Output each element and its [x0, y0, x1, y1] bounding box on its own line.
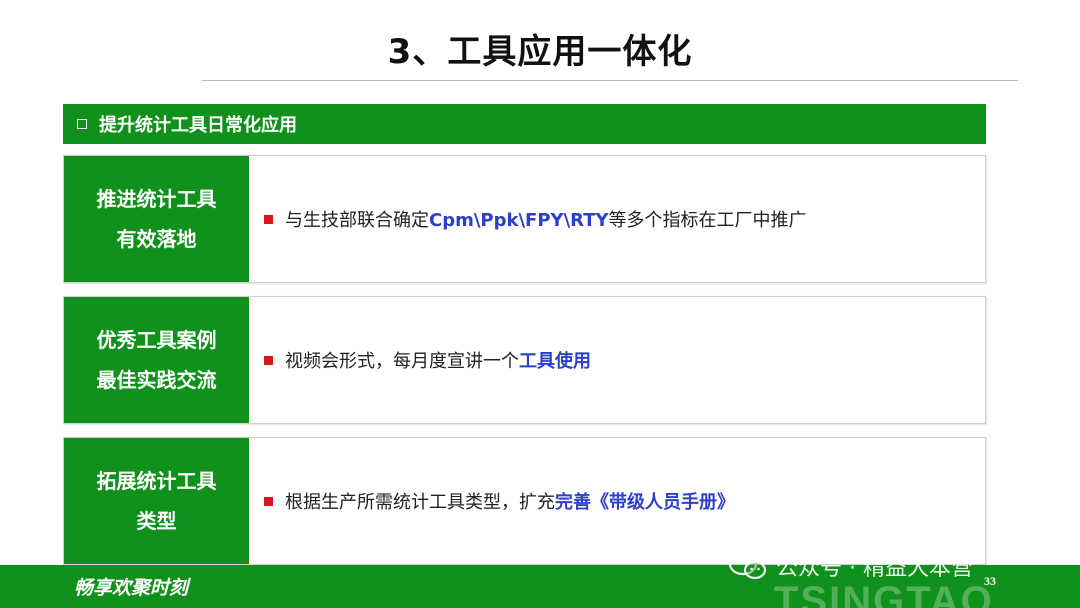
section-header-label: 提升统计工具日常化应用 [99, 115, 297, 136]
wechat-icon [728, 552, 767, 580]
content-prefix: 视频会形式，每月度宣讲一个 [285, 351, 519, 372]
row-content: 与生技部联合确定Cpm\Ppk\FPY\RTY等多个指标在工厂中推广 [264, 156, 975, 282]
watermark: 公众号 · 精益大本营 [728, 548, 973, 584]
bullet-square-icon [264, 496, 273, 506]
row-content: 根据生产所需统计工具类型，扩充完善《带级人员手册》 [264, 438, 975, 564]
content-highlight: 工具使用 [519, 351, 591, 372]
footer-slogan: 畅享欢聚时刻 [74, 577, 189, 599]
row-label: 优秀工具案例 最佳实践交流 [64, 297, 249, 423]
content-highlight: 完善《带级人员手册》 [555, 492, 735, 513]
content-row: 拓展统计工具 类型 根据生产所需统计工具类型，扩充完善《带级人员手册》 [63, 437, 986, 565]
row-label: 推进统计工具 有效落地 [64, 156, 249, 282]
content-highlight: Cpm\Ppk\FPY\RTY [429, 210, 609, 231]
row-label-line: 拓展统计工具 [96, 469, 217, 493]
content-text: 视频会形式，每月度宣讲一个工具使用 [285, 347, 591, 373]
title-divider [202, 80, 1018, 81]
checkbox-icon [77, 119, 87, 129]
content-text: 根据生产所需统计工具类型，扩充完善《带级人员手册》 [285, 488, 735, 514]
section-header: 提升统计工具日常化应用 [63, 104, 986, 144]
watermark-text: 公众号 · 精益大本营 [776, 556, 973, 581]
row-label-line: 有效落地 [116, 227, 197, 251]
content-suffix: 等多个指标在工厂中推广 [608, 210, 807, 231]
row-label: 拓展统计工具 类型 [64, 438, 249, 564]
row-label-line: 优秀工具案例 [96, 328, 217, 352]
content-prefix: 与生技部联合确定 [285, 210, 429, 231]
bullet-square-icon [264, 214, 273, 224]
row-label-line: 推进统计工具 [96, 187, 217, 211]
row-label-line: 类型 [136, 509, 177, 533]
content-row: 优秀工具案例 最佳实践交流 视频会形式，每月度宣讲一个工具使用 [63, 296, 986, 424]
content-prefix: 根据生产所需统计工具类型，扩充 [285, 492, 555, 513]
row-label-line: 最佳实践交流 [96, 368, 217, 392]
slide-title: 3、工具应用一体化 [387, 32, 693, 72]
content-row: 推进统计工具 有效落地 与生技部联合确定Cpm\Ppk\FPY\RTY等多个指标… [63, 155, 986, 283]
content-text: 与生技部联合确定Cpm\Ppk\FPY\RTY等多个指标在工厂中推广 [285, 206, 807, 232]
row-content: 视频会形式，每月度宣讲一个工具使用 [264, 297, 975, 423]
bullet-square-icon [264, 355, 273, 365]
page-number: 33 [984, 574, 996, 588]
